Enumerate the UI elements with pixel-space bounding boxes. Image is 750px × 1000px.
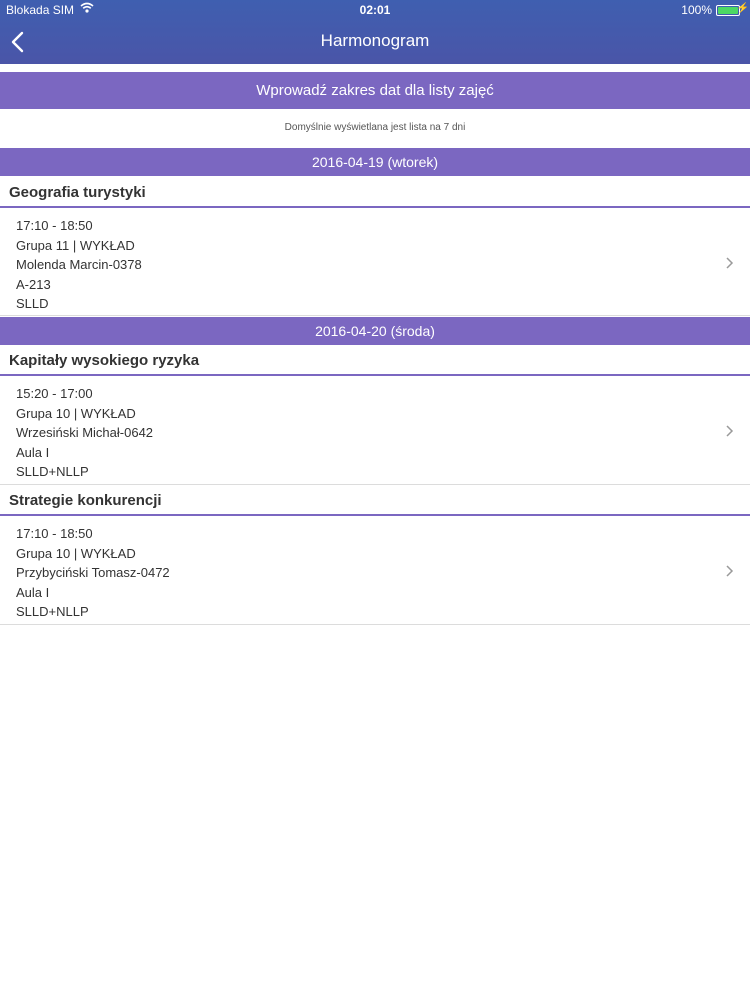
class-room: Aula I — [16, 444, 50, 460]
chevron-right-icon — [726, 257, 734, 269]
chevron-right-icon — [726, 425, 734, 437]
date-range-button[interactable]: Wprowadź zakres dat dla listy zajęć — [0, 72, 750, 109]
class-row[interactable]: 17:10 - 18:50 Grupa 10 | WYKŁAD Przybyci… — [0, 518, 750, 625]
class-teacher: Molenda Marcin-0378 — [16, 257, 142, 272]
class-row[interactable]: 17:10 - 18:50 Grupa 11 | WYKŁAD Molenda … — [0, 210, 750, 316]
class-group: Grupa 11 | WYKŁAD — [16, 237, 135, 253]
class-time: 17:10 - 18:50 — [16, 218, 93, 233]
class-teacher: Wrzesiński Michał-0642 — [16, 425, 154, 440]
subject-title: Kapitały wysokiego ryzyka — [0, 345, 750, 376]
navigation-bar: Blokada SIM 02:01 100% ⚡ Harmonogram — [0, 0, 750, 64]
class-group: Grupa 10 | WYKŁAD — [16, 545, 136, 561]
subject-title: Geografia turystyki — [0, 177, 750, 208]
chevron-right-icon — [726, 565, 734, 577]
class-time: 17:10 - 18:50 — [16, 526, 93, 541]
page-title: Harmonogram — [320, 31, 430, 50]
class-teacher: Przybyciński Tomasz-0472 — [16, 565, 170, 580]
clock: 02:01 — [359, 3, 391, 17]
class-mode: SLLD — [16, 296, 49, 311]
class-group: Grupa 10 | WYKŁAD — [16, 405, 136, 421]
battery-percentage: 100% — [681, 3, 712, 17]
class-mode: SLLD+NLLP — [16, 604, 89, 619]
default-range-hint: Domyślnie wyświetlana jest lista na 7 dn… — [284, 122, 466, 133]
day-header: 2016-04-20 (środa) — [0, 317, 750, 345]
charging-icon: ⚡ — [736, 3, 749, 14]
class-room: Aula I — [16, 584, 50, 600]
status-bar: Blokada SIM 02:01 100% ⚡ — [0, 0, 750, 22]
class-time: 15:20 - 17:00 — [16, 386, 93, 401]
day-header: 2016-04-19 (wtorek) — [0, 148, 750, 176]
class-mode: SLLD+NLLP — [16, 464, 89, 479]
class-room: A-213 — [16, 276, 51, 292]
class-row[interactable]: 15:20 - 17:00 Grupa 10 | WYKŁAD Wrzesińs… — [0, 378, 750, 485]
subject-title: Strategie konkurencji — [0, 485, 750, 516]
